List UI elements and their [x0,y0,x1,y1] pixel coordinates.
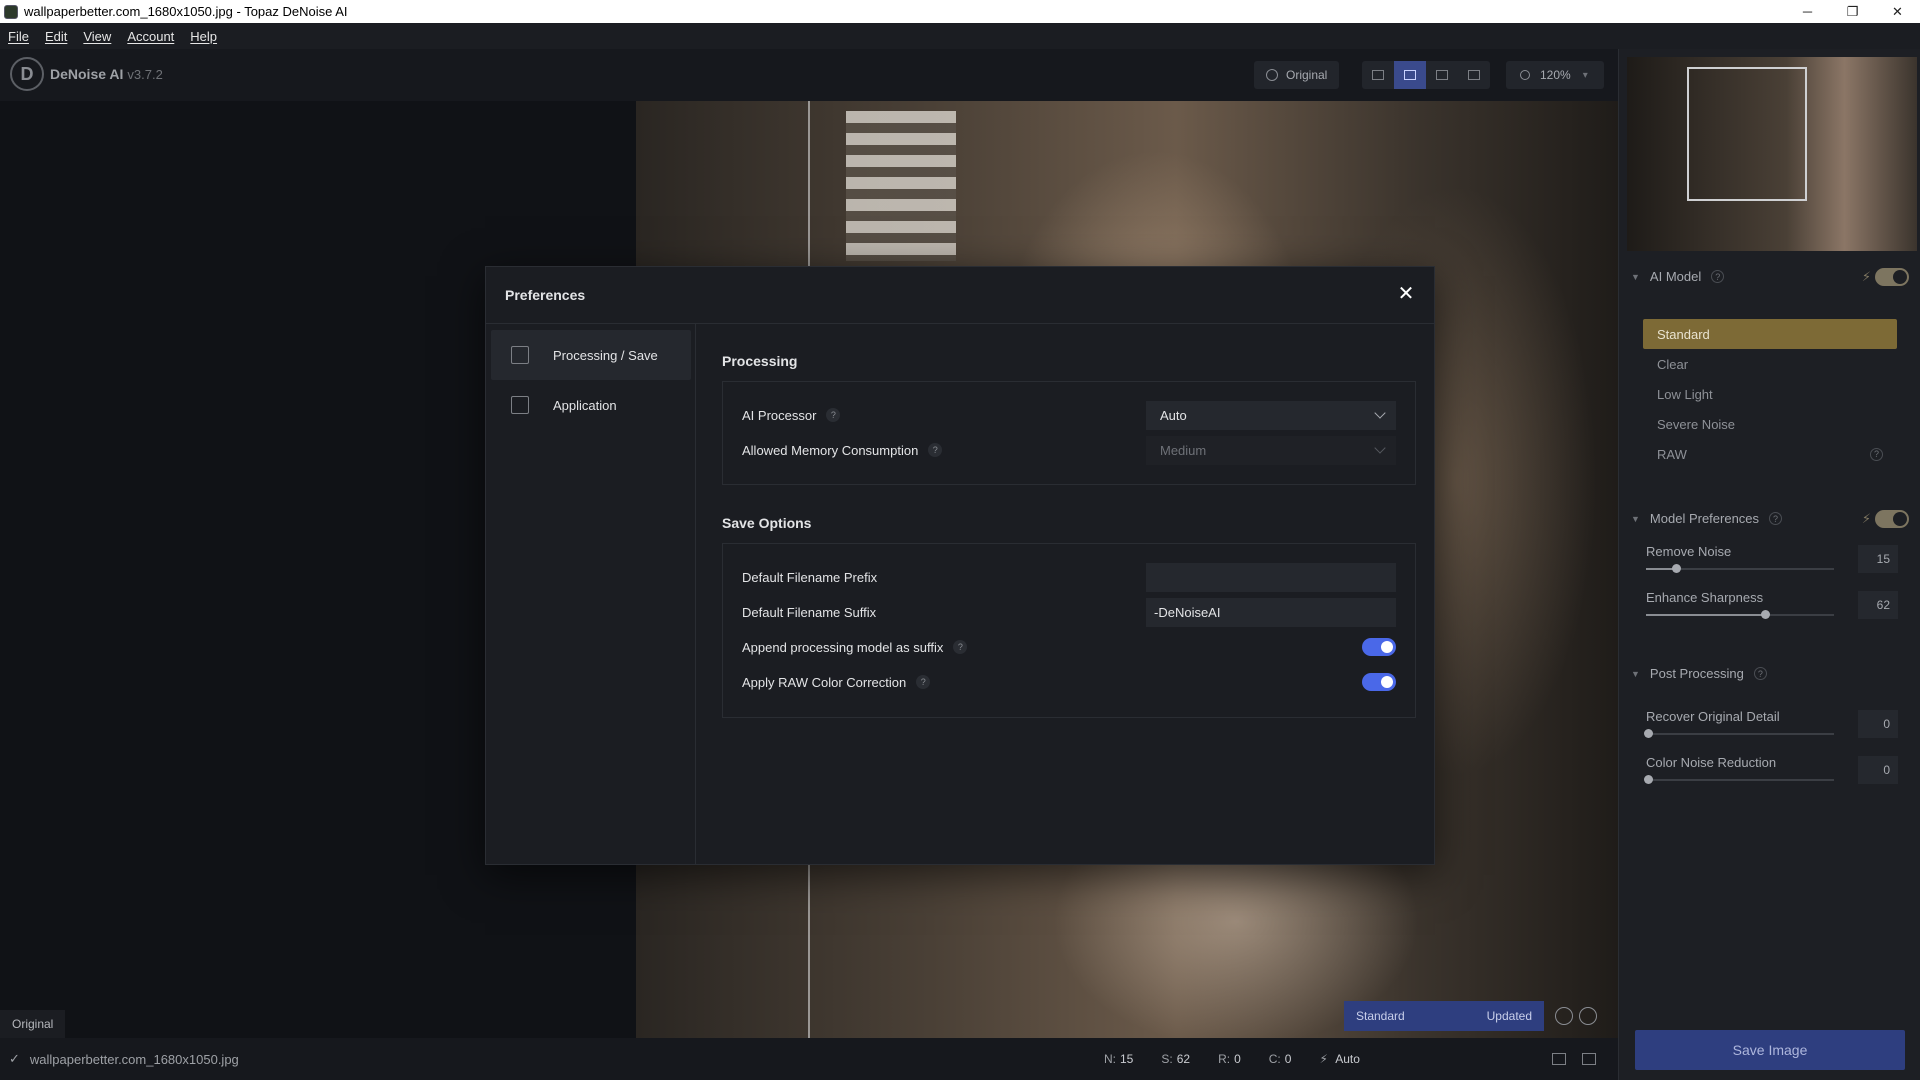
memory-select[interactable]: Medium [1146,435,1396,465]
help-icon[interactable]: ? [928,443,943,457]
nav-processing-save[interactable]: Processing / Save [491,330,691,380]
raw-color-row: Apply RAW Color Correction ? [742,667,1396,697]
preferences-title: Preferences [505,287,586,303]
memory-row: Allowed Memory Consumption ? Medium [742,435,1396,465]
append-model-toggle[interactable] [1362,638,1396,656]
help-icon[interactable]: ? [953,640,968,654]
close-icon[interactable]: ✕ [1396,283,1416,305]
ai-processor-row: AI Processor ? Auto [742,400,1396,430]
suffix-row: Default Filename Suffix [742,597,1396,627]
preferences-header: Preferences ✕ [486,267,1434,324]
edit-window-icon [511,396,529,414]
preferences-nav: Processing / Save Application [486,324,696,865]
filename-prefix-input[interactable] [1146,562,1396,592]
append-model-row: Append processing model as suffix ? [742,632,1396,662]
sliders-icon [511,346,529,364]
preferences-body: Processing AI Processor ? Auto Allowed M… [696,324,1434,865]
processing-title: Processing [722,353,798,369]
save-options-title: Save Options [722,515,812,531]
processing-group: AI Processor ? Auto Allowed Memory Consu… [722,381,1416,485]
save-options-group: Default Filename Prefix Default Filename… [722,543,1416,718]
chevron-down-icon [1374,441,1386,454]
nav-application[interactable]: Application [491,380,691,430]
filename-suffix-input[interactable] [1146,597,1396,627]
modal-overlay: Preferences ✕ Processing / Save Applicat… [0,0,1920,1080]
preferences-dialog: Preferences ✕ Processing / Save Applicat… [485,266,1435,865]
chevron-down-icon [1374,406,1386,419]
raw-color-toggle[interactable] [1362,673,1396,691]
prefix-row: Default Filename Prefix [742,562,1396,592]
ai-processor-select[interactable]: Auto [1146,400,1396,430]
help-icon[interactable]: ? [826,408,841,422]
help-icon[interactable]: ? [916,675,931,689]
